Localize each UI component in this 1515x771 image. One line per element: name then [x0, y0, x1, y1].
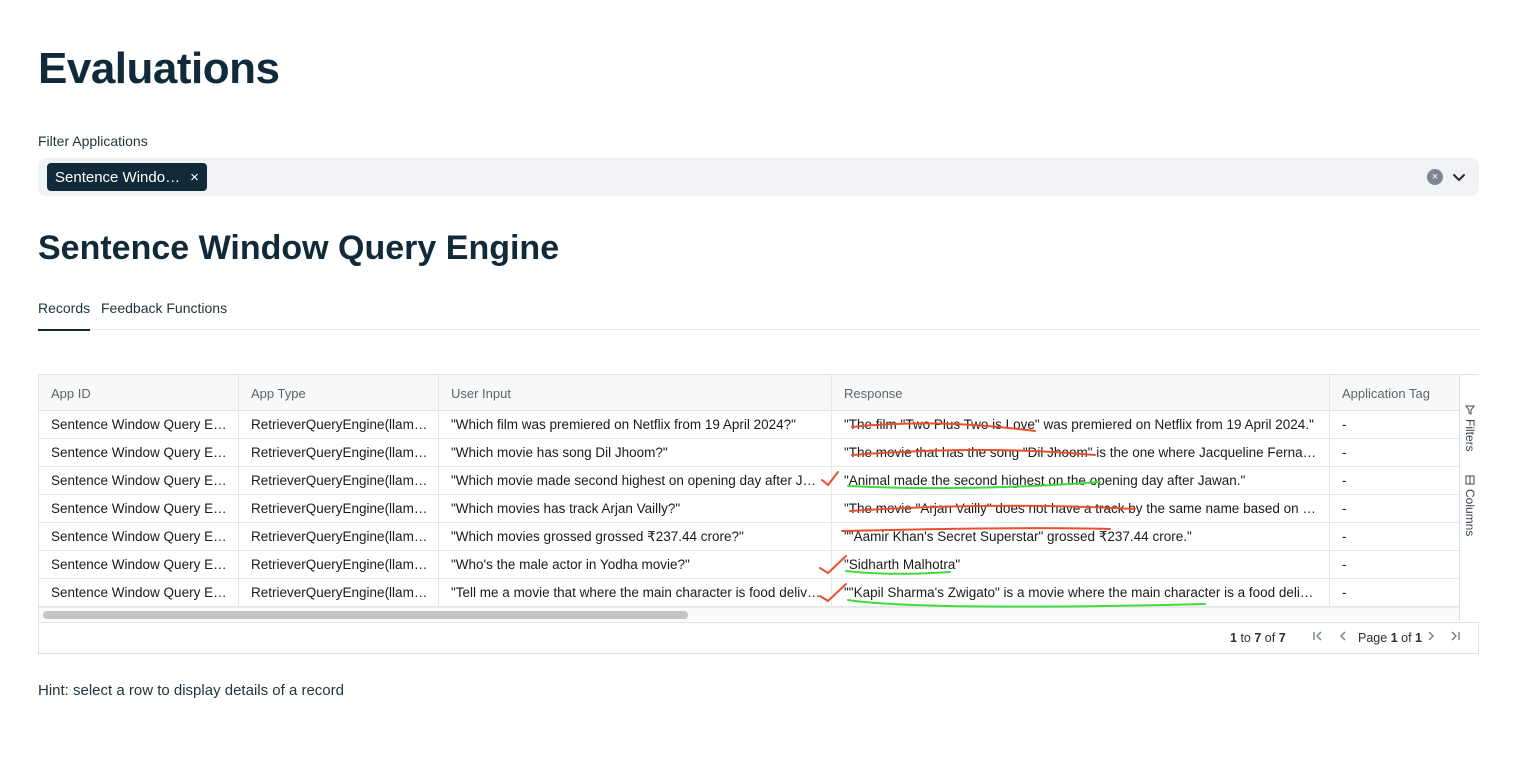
cell-app-type: RetrieverQueryEngine(llama…: [239, 495, 439, 523]
filter-label: Filter Applications: [38, 133, 148, 149]
cell-app-type: RetrieverQueryEngine(llama…: [239, 467, 439, 495]
cell-user-input: "Which film was premiered on Netflix fro…: [439, 411, 832, 439]
cell-user-input: "Which movies grossed grossed ₹237.44 cr…: [439, 523, 832, 551]
table-row[interactable]: Sentence Window Query En… RetrieverQuery…: [39, 467, 1459, 495]
cell-response: "The movie that has the song "Dil Jhoom"…: [832, 439, 1330, 467]
next-page-icon[interactable]: [1425, 629, 1437, 646]
cell-app-type: RetrieverQueryEngine(llama…: [239, 523, 439, 551]
cell-response: "Sidharth Malhotra": [832, 551, 1330, 579]
table-row[interactable]: Sentence Window Query En… RetrieverQuery…: [39, 551, 1459, 579]
page-info: Page 1 of 1: [1358, 631, 1422, 645]
columns-label: Columns: [1463, 489, 1477, 537]
filters-label: Filters: [1463, 419, 1477, 452]
page-title: Evaluations: [38, 44, 280, 93]
horizontal-scrollbar[interactable]: [39, 607, 1459, 621]
cell-app-id: Sentence Window Query En…: [39, 579, 239, 607]
hint-text: Hint: select a row to display details of…: [38, 682, 344, 699]
chip-remove-icon[interactable]: ×: [190, 170, 199, 185]
cell-app-id: Sentence Window Query En…: [39, 411, 239, 439]
cell-response: "Animal made the second highest on the o…: [832, 467, 1330, 495]
cell-response: ""Aamir Khan's Secret Superstar" grossed…: [832, 523, 1330, 551]
cell-app-type: RetrieverQueryEngine(llama…: [239, 551, 439, 579]
clear-icon[interactable]: ×: [1427, 169, 1443, 185]
tab-records[interactable]: Records: [38, 300, 91, 331]
filters-panel-button[interactable]: Filters: [1460, 405, 1480, 452]
filter-icon: [1463, 405, 1477, 415]
table-row[interactable]: Sentence Window Query En… RetrieverQuery…: [39, 411, 1459, 439]
grid-side-panel: Filters Columns: [1459, 375, 1479, 621]
table-row[interactable]: Sentence Window Query En… RetrieverQuery…: [39, 439, 1459, 467]
column-header-app-id[interactable]: App ID: [39, 375, 239, 411]
columns-panel-button[interactable]: Columns: [1460, 475, 1480, 536]
grid-header: App ID App Type User Input Response Appl…: [39, 375, 1459, 411]
records-grid: App ID App Type User Input Response Appl…: [38, 374, 1479, 654]
cell-app-id: Sentence Window Query En…: [39, 439, 239, 467]
cell-app-id: Sentence Window Query En…: [39, 467, 239, 495]
pagination-bar: 1 to 7 of 7 Page 1 of 1: [39, 622, 1478, 654]
cell-user-input: "Which movies has track Arjan Vailly?": [439, 495, 832, 523]
column-header-response[interactable]: Response: [832, 375, 1330, 411]
cell-app-id: Sentence Window Query En…: [39, 523, 239, 551]
first-page-icon[interactable]: [1312, 629, 1324, 646]
cell-application-tag: -: [1342, 557, 1347, 572]
cell-app-id: Sentence Window Query En…: [39, 551, 239, 579]
column-header-app-type[interactable]: App Type: [239, 375, 439, 411]
cell-user-input: "Which movie made second highest on open…: [439, 467, 832, 495]
application-multiselect[interactable]: Sentence Windo… × ×: [38, 158, 1479, 196]
cell-application-tag: -: [1342, 417, 1347, 432]
table-row[interactable]: Sentence Window Query En… RetrieverQuery…: [39, 579, 1459, 607]
cell-application-tag: -: [1342, 445, 1347, 460]
cell-response: ""Kapil Sharma's Zwigato" is a movie whe…: [832, 579, 1330, 607]
column-header-application-tag[interactable]: Application Tag: [1330, 375, 1459, 411]
column-header-user-input[interactable]: User Input: [439, 375, 832, 411]
cell-response: "The movie "Arjan Vailly" does not have …: [832, 495, 1330, 523]
cell-app-id: Sentence Window Query En…: [39, 495, 239, 523]
cell-user-input: "Tell me a movie that where the main cha…: [439, 579, 832, 607]
columns-icon: [1463, 475, 1477, 485]
last-page-icon[interactable]: [1449, 629, 1461, 646]
cell-app-type: RetrieverQueryEngine(llama…: [239, 439, 439, 467]
cell-application-tag: -: [1342, 501, 1347, 516]
selected-app-chip[interactable]: Sentence Windo… ×: [47, 163, 207, 191]
scrollbar-thumb[interactable]: [43, 611, 688, 619]
section-title: Sentence Window Query Engine: [38, 229, 560, 267]
cell-application-tag: -: [1342, 585, 1347, 600]
row-count: 1 to 7 of 7: [1230, 631, 1286, 645]
cell-app-type: RetrieverQueryEngine(llama…: [239, 579, 439, 607]
cell-user-input: "Which movie has song Dil Jhoom?": [439, 439, 832, 467]
tab-feedback-functions[interactable]: Feedback Functions: [101, 300, 227, 316]
chip-label: Sentence Windo…: [55, 168, 181, 186]
tab-bar: Records Feedback Functions: [38, 290, 1479, 331]
prev-page-icon[interactable]: [1337, 629, 1349, 646]
table-row[interactable]: Sentence Window Query En… RetrieverQuery…: [39, 523, 1459, 551]
cell-application-tag: -: [1342, 529, 1347, 544]
cell-application-tag: -: [1342, 473, 1347, 488]
table-row[interactable]: Sentence Window Query En… RetrieverQuery…: [39, 495, 1459, 523]
cell-user-input: "Who's the male actor in Yodha movie?": [439, 551, 832, 579]
chevron-down-icon[interactable]: [1451, 167, 1467, 187]
cell-app-type: RetrieverQueryEngine(llama…: [239, 411, 439, 439]
cell-response: "The film "Two Plus Two is Love" was pre…: [832, 411, 1330, 439]
